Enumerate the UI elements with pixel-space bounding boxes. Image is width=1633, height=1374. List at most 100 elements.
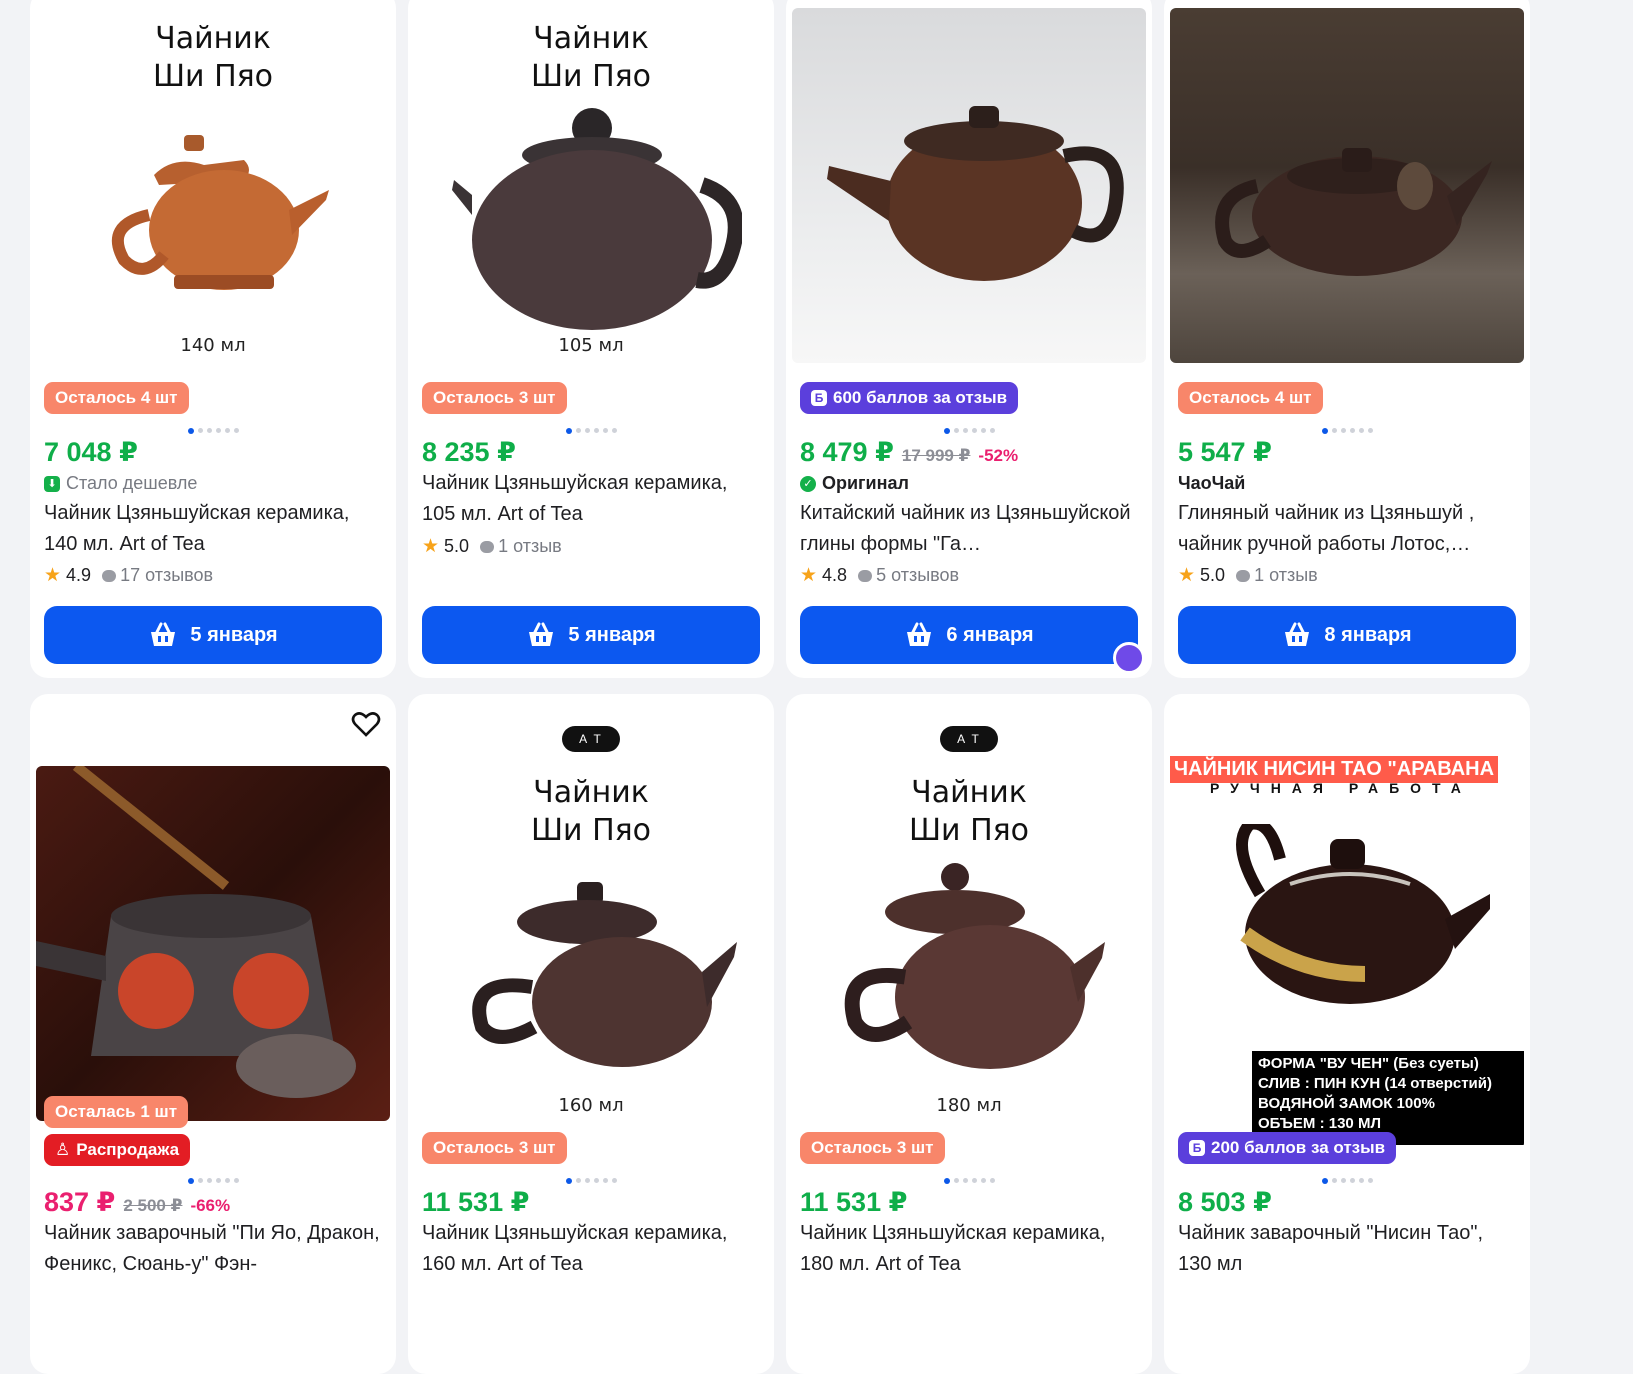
product-card[interactable]: Б 600 баллов за отзыв 8 479 ₽ 17 999 ₽ -52%… [786,0,1152,678]
star-icon: ★ [800,565,818,586]
product-title[interactable]: Чайник Цзяньшуйская керамика, 180 мл. Ar… [800,1218,1138,1280]
discount: -52% [978,446,1019,465]
basket-icon [907,622,932,646]
stock-badge: Осталось 4 шт [1178,382,1323,414]
carousel-dots [408,1177,774,1184]
sale-icon: ♙ [55,1140,71,1159]
image-banner: ЧАЙНИК НИСИН ТАО "АРАВАНА [1170,756,1499,783]
image-caption: Чайник Ши Пяо [530,775,652,848]
star-icon: ★ [1178,565,1196,586]
brand-logo: A T [562,726,620,752]
brand-logo: A T [940,726,998,752]
carousel-dots [786,1177,1152,1184]
basket-icon [1285,622,1310,646]
carousel-dots [1164,427,1530,434]
product-image[interactable]: A T Чайник Ши Пяо 160 мл [414,712,768,1122]
product-image[interactable]: Чайник Ши Пяо 140 мл [36,0,390,355]
product-title[interactable]: Чайник Цзяньшуйская керамика, 140 мл. Ar… [44,498,382,560]
product-card[interactable]: A T Чайник Ши Пяо 160 мл Осталось 3 шт 11… [408,694,774,1374]
volume-label: 105 мл [558,335,624,355]
price: 11 531 ₽ [800,1187,908,1217]
stock-badge: Осталось 3 шт [800,1132,945,1164]
product-title[interactable]: Чайник Цзяньшуйская керамика, 105 мл. Ar… [422,468,760,530]
product-image[interactable] [792,8,1146,363]
basket-icon [151,622,176,646]
price-row: 8 235 ₽ [422,437,764,468]
image-caption: Чайник Ши Пяо [152,21,274,94]
heart-icon[interactable] [350,708,382,740]
product-card[interactable]: A T Чайник Ши Пяо 180 мл Осталось 3 шт 11… [786,694,1152,1374]
price: 7 048 ₽ [44,437,138,467]
stock-badge: Осталось 3 шт [422,382,567,414]
teapot-image [1236,824,1490,1004]
price-row: 8 479 ₽ 17 999 ₽ -52% [800,437,1142,468]
teapot-image [111,135,329,290]
teapot-image [36,766,356,1098]
star-icon: ★ [44,565,62,586]
add-to-cart-button[interactable]: 5 января [44,606,382,664]
check-icon: ✓ [800,475,816,492]
product-card[interactable]: ЧАЙНИК НИСИН ТАО "АРАВАНА РУЧНАЯ РАБОТА … [1164,694,1530,1374]
product-image[interactable]: Чайник Ши Пяо 105 мл [414,0,768,355]
product-image[interactable] [36,766,390,1121]
carousel-dots [786,427,1152,434]
product-card[interactable]: Осталась 1 шт ♙ Распродажа 837 ₽ 2 500 ₽ -6… [30,694,396,1374]
comment-icon [480,540,495,553]
comment-icon [102,569,117,582]
old-price: 17 999 ₽ [901,446,971,465]
carousel-dots [30,1177,396,1184]
product-image[interactable]: A T Чайник Ши Пяо 180 мл [792,712,1146,1122]
carousel-dots [408,427,774,434]
add-to-cart-button[interactable]: 6 января [800,606,1138,664]
add-to-cart-button[interactable]: 5 января [422,606,760,664]
spec-box: ФОРМА "ВУ ЧЕН" (Без суеты) СЛИВ : ПИН КУ… [1252,1051,1524,1145]
price: 5 547 ₽ [1178,437,1272,467]
product-image[interactable]: ЧАЙНИК НИСИН ТАО "АРАВАНА РУЧНАЯ РАБОТА … [1170,694,1524,1149]
teapot-image [452,108,742,330]
comment-icon [1236,569,1251,582]
image-caption: Чайник Ши Пяо [530,21,652,94]
product-image[interactable] [1170,8,1524,363]
sale-badge: ♙ Распродажа [44,1134,191,1166]
product-title[interactable]: Чайник заварочный "Нисин Тао", 130 мл [1178,1218,1516,1280]
price-drop-label: ⬇ Стало дешевле [44,473,197,494]
original-label: ✓ Оригинал [800,473,909,494]
price: 8 479 ₽ [800,437,894,467]
comment-icon [858,569,873,582]
teapot-image [472,882,737,1067]
product-card[interactable]: Чайник Ши Пяо 140 мл Осталось 4 шт 7 048 … [30,0,396,678]
volume-label: 140 мл [180,335,246,355]
teapot-image [827,105,1124,281]
stock-badge: Осталось 3 шт [422,1132,567,1164]
product-card[interactable]: Чайник Ши Пяо 105 мл Осталось 3 шт 8 235 … [408,0,774,678]
volume-label: 160 мл [558,1095,624,1116]
product-title[interactable]: Китайский чайник из Цзяньшуйской глины ф… [800,498,1138,560]
price-row: 8 503 ₽ [1178,1187,1520,1218]
product-title[interactable]: Чайник Цзяньшуйская керамика, 160 мл. Ar… [422,1218,760,1280]
price-row: 7 048 ₽ [44,437,386,468]
price: 11 531 ₽ [422,1187,530,1217]
star-icon: ★ [422,536,440,557]
price: 837 ₽ [44,1187,116,1217]
bonus-icon: Б [1189,1140,1205,1156]
product-card[interactable]: Осталось 4 шт 5 547 ₽ ЧаоЧай Глиняный ча… [1164,0,1530,678]
add-to-cart-button[interactable]: 8 января [1178,606,1516,664]
rating: ★ 4.8 5 отзывов [800,565,960,586]
old-price: 2 500 ₽ [123,1196,183,1215]
bonus-badge: Б 200 баллов за отзыв [1178,1132,1397,1164]
rating: ★ 4.9 17 отзывов [44,565,214,586]
product-title[interactable]: Глиняный чайник из Цзяньшуй , чайник руч… [1178,498,1516,560]
product-title[interactable]: Чайник заварочный "Пи Яо, Дракон, Феникс… [44,1218,382,1280]
premium-icon [1113,642,1145,674]
price: 8 235 ₽ [422,437,516,467]
discount: -66% [190,1196,231,1215]
price-row: 11 531 ₽ [422,1187,764,1218]
carousel-dots [30,427,396,434]
image-caption: Чайник Ши Пяо [908,775,1030,848]
arrow-down-icon: ⬇ [44,475,60,492]
price-row: 5 547 ₽ [1178,437,1520,468]
price-row: 11 531 ₽ [800,1187,1142,1218]
teapot-image [1215,147,1492,276]
seller-name[interactable]: ЧаоЧай [1178,473,1245,494]
stock-badge: Осталось 4 шт [44,382,189,414]
